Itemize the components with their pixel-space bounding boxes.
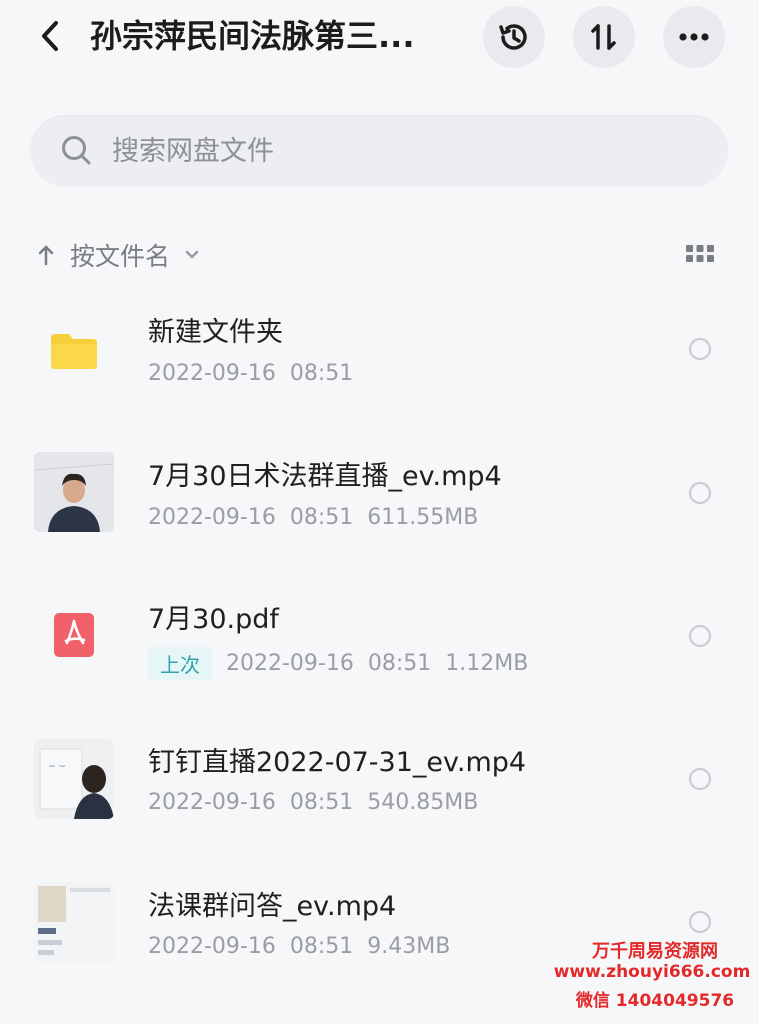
history-icon — [499, 24, 527, 50]
watermark-line2: www.zhouyi666.com — [553, 962, 751, 982]
more-dots-icon — [679, 33, 709, 41]
sort-label: 按文件名 — [70, 242, 171, 271]
select-radio[interactable] — [689, 625, 711, 647]
select-radio[interactable] — [689, 338, 711, 360]
arrow-up-icon — [38, 245, 54, 266]
sort-order-button[interactable] — [573, 6, 635, 68]
watermark-line1: 万千周易资源网 — [592, 941, 718, 962]
pdf-icon — [34, 595, 114, 675]
file-time: 08:51 — [289, 361, 354, 386]
file-name: 7月30日术法群直播_ev.mp4 — [148, 461, 502, 492]
select-radio[interactable] — [689, 482, 711, 504]
file-date: 2022-09-16 — [148, 505, 276, 530]
select-radio[interactable] — [689, 911, 711, 933]
file-date: 2022-09-16 — [226, 651, 354, 676]
sort-selector[interactable]: 按文件名 — [38, 232, 200, 278]
file-meta: 2022-09-16 08:51 611.55MB — [148, 505, 478, 530]
file-time: 08:51 — [289, 505, 354, 530]
video-thumbnail: ~ ~ — [34, 739, 114, 819]
file-date: 2022-09-16 — [148, 934, 276, 959]
recent-tag: 上次 — [148, 647, 212, 680]
back-button[interactable] — [30, 16, 70, 56]
sort-arrows-icon — [591, 24, 616, 50]
page-title: 孙宗萍民间法脉第三... — [90, 17, 415, 55]
file-size: 1.12MB — [445, 651, 529, 676]
file-name: 新建文件夹 — [148, 317, 283, 348]
search-icon — [62, 136, 91, 165]
file-time: 08:51 — [289, 790, 354, 815]
file-meta: 2022-09-16 08:51 540.85MB — [148, 790, 478, 815]
video-thumbnail — [34, 882, 114, 962]
folder-icon — [34, 309, 114, 389]
more-button[interactable] — [663, 6, 725, 68]
file-size: 540.85MB — [367, 790, 479, 815]
grid-view-icon[interactable] — [683, 240, 717, 268]
file-name: 7月30.pdf — [148, 604, 279, 635]
file-time: 08:51 — [367, 651, 432, 676]
video-thumbnail — [34, 452, 114, 532]
search-input[interactable] — [112, 128, 672, 174]
history-button[interactable] — [483, 6, 545, 68]
select-radio[interactable] — [689, 768, 711, 790]
file-meta: 2022-09-16 08:51 — [148, 361, 353, 386]
chevron-left-icon — [42, 21, 58, 51]
file-meta: 上次 2022-09-16 08:51 1.12MB — [148, 647, 528, 680]
watermark-line3: 微信 1404049576 — [575, 991, 735, 1011]
file-name: 钉钉直播2022-07-31_ev.mp4 — [148, 747, 527, 778]
file-date: 2022-09-16 — [148, 790, 276, 815]
file-name: 法课群问答_ev.mp4 — [148, 891, 397, 922]
svg-text:~ ~: ~ ~ — [48, 762, 66, 772]
file-size: 9.43MB — [367, 934, 451, 959]
file-date: 2022-09-16 — [148, 361, 276, 386]
file-time: 08:51 — [289, 934, 354, 959]
file-size: 611.55MB — [367, 505, 479, 530]
file-meta: 2022-09-16 08:51 9.43MB — [148, 934, 450, 959]
chevron-down-icon — [185, 250, 199, 259]
